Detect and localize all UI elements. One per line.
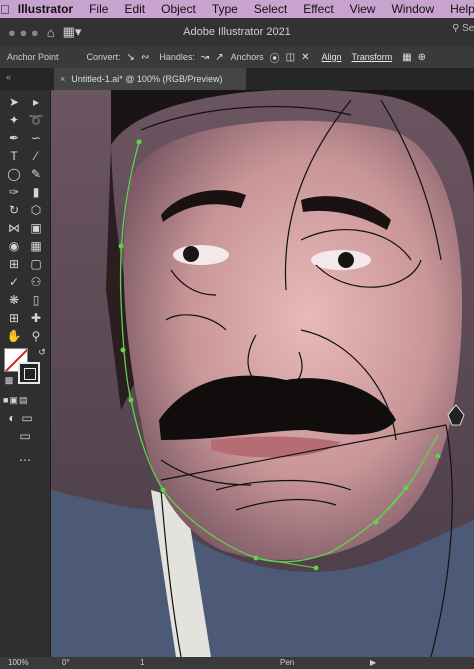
cut-path-icon[interactable]: ✕ bbox=[301, 52, 309, 63]
lasso-tool-icon[interactable]: ➰ bbox=[27, 112, 45, 128]
anchor-point[interactable] bbox=[435, 453, 441, 459]
close-tab-icon[interactable]: × bbox=[60, 74, 65, 84]
zoom-level[interactable]: 100% bbox=[8, 658, 28, 667]
swap-fill-stroke-icon[interactable]: ↺ bbox=[33, 344, 51, 360]
app-bar: Adobe Illustrator 2021 ● ● ● ⌂ ▦▾ ⚲ Sea bbox=[0, 18, 474, 47]
eyedropper-tool-icon[interactable]: ✓ bbox=[5, 274, 23, 290]
zoom-tool-icon[interactable]: ⚲ bbox=[27, 328, 45, 344]
connect-anchors-icon[interactable]: ◫ bbox=[286, 52, 295, 63]
menu-effect[interactable]: Effect bbox=[295, 2, 341, 16]
curvature-tool-icon[interactable]: ∽ bbox=[27, 130, 45, 146]
color-mode-icons[interactable]: ■▣▤ bbox=[3, 392, 27, 408]
apple-menu-icon[interactable]:  bbox=[0, 2, 10, 17]
current-tool-label: Anchor Point bbox=[7, 52, 59, 62]
search-field[interactable]: ⚲ Sea bbox=[452, 23, 474, 41]
rotation-value[interactable]: 0° bbox=[62, 658, 70, 667]
symbol-sprayer-tool-icon[interactable]: ❋ bbox=[5, 292, 23, 308]
anchor-point[interactable] bbox=[136, 139, 142, 145]
photo-right-pupil bbox=[338, 252, 354, 268]
blend-tool-icon[interactable]: ⚇ bbox=[27, 274, 45, 290]
default-fill-stroke-icon[interactable]: ▩ bbox=[0, 372, 18, 388]
photo-face bbox=[123, 120, 463, 561]
anchor-point[interactable] bbox=[128, 397, 134, 403]
shape-builder-tool-icon[interactable]: ◉ bbox=[5, 238, 23, 254]
anchor-point[interactable] bbox=[160, 487, 166, 493]
hide-handles-icon[interactable]: ↗ bbox=[215, 52, 223, 63]
ellipse-tool-icon[interactable]: ◯ bbox=[5, 166, 23, 182]
remove-anchor-icon[interactable]: ⦿ bbox=[270, 50, 280, 65]
gradient-tool-icon[interactable]: ▢ bbox=[27, 256, 45, 272]
menu-select[interactable]: Select bbox=[246, 2, 295, 16]
artboard-number[interactable]: 1 bbox=[140, 658, 144, 667]
free-transform-tool-icon[interactable]: ▣ bbox=[27, 220, 45, 236]
menu-illustrator[interactable]: Illustrator bbox=[10, 2, 81, 16]
anchors-label: Anchors bbox=[230, 52, 264, 62]
eraser-tool-icon[interactable]: ▮ bbox=[27, 184, 45, 200]
document-tab[interactable]: × Untitled-1.ai* @ 100% (RGB/Preview) bbox=[54, 68, 246, 90]
isolate-object-icon[interactable]: ▦ bbox=[402, 52, 411, 63]
puppet-warp-icon[interactable]: ⊕ bbox=[418, 52, 426, 63]
current-tool-status: Pen bbox=[280, 658, 295, 667]
home-icon[interactable]: ⌂ bbox=[47, 25, 55, 40]
menu-view[interactable]: View bbox=[342, 2, 384, 16]
stroke-swatch[interactable] bbox=[18, 362, 40, 384]
workspace-switcher-icon[interactable]: ▦▾ bbox=[63, 24, 82, 40]
mesh-tool-icon[interactable]: ⊞ bbox=[5, 256, 23, 272]
status-bar: 100% 0° 1 Pen ▶ bbox=[0, 657, 474, 669]
control-bar: Anchor Point Convert: ↘ ∾ Handles: ↝ ↗ A… bbox=[0, 46, 474, 68]
menu-window[interactable]: Window bbox=[383, 2, 442, 16]
window-controls-icon[interactable]: ● ● ● bbox=[8, 25, 39, 40]
anchor-point[interactable] bbox=[118, 243, 124, 249]
rotate-tool-icon[interactable]: ↻ bbox=[5, 202, 23, 218]
align-link[interactable]: Align bbox=[322, 52, 342, 62]
slice-tool-icon[interactable]: ✚ bbox=[27, 310, 45, 326]
anchor-point[interactable] bbox=[120, 347, 126, 353]
menu-edit[interactable]: Edit bbox=[116, 2, 153, 16]
artboard-tool-icon[interactable]: ⊞ bbox=[5, 310, 23, 326]
anchor-point[interactable] bbox=[403, 485, 409, 491]
menu-file[interactable]: File bbox=[81, 2, 116, 16]
pen-tool-icon[interactable]: ✒ bbox=[5, 130, 23, 146]
screen-mode-icon[interactable]: ▭ bbox=[18, 410, 36, 426]
mac-menubar:  Illustrator File Edit Object Type Sele… bbox=[0, 0, 474, 18]
handles-label: Handles: bbox=[159, 52, 195, 62]
tools-panel: ➤ ▸ ✦ ➰ ✒ ∽ T ⁄ ◯ ✎ ✑ ▮ ↻ ⬡ ⋈ ▣ ◉ ▦ ⊞ ▢ … bbox=[0, 90, 51, 657]
convert-corner-icon[interactable]: ↘ bbox=[127, 52, 135, 63]
menu-type[interactable]: Type bbox=[204, 2, 246, 16]
magic-wand-tool-icon[interactable]: ✦ bbox=[5, 112, 23, 128]
document-tab-strip: « × Untitled-1.ai* @ 100% (RGB/Preview) bbox=[0, 68, 474, 90]
transform-link[interactable]: Transform bbox=[352, 52, 393, 62]
change-screen-mode-icon[interactable]: ▭ bbox=[16, 428, 34, 444]
show-handles-icon[interactable]: ↝ bbox=[201, 52, 209, 63]
pencil-tool-icon[interactable]: ✎ bbox=[27, 166, 45, 182]
handle-point[interactable] bbox=[313, 565, 319, 571]
perspective-grid-tool-icon[interactable]: ▦ bbox=[27, 238, 45, 254]
scale-tool-icon[interactable]: ⬡ bbox=[27, 202, 45, 218]
search-placeholder: Sea bbox=[462, 23, 474, 34]
photo-left-pupil bbox=[183, 246, 199, 262]
direct-selection-tool-icon[interactable]: ▸ bbox=[27, 94, 45, 110]
edit-toolbar-icon[interactable]: ⋯ bbox=[16, 452, 34, 468]
hand-tool-icon[interactable]: ✋ bbox=[5, 328, 23, 344]
convert-smooth-icon[interactable]: ∾ bbox=[141, 52, 149, 63]
anchor-point[interactable] bbox=[373, 519, 379, 525]
paintbrush-tool-icon[interactable]: ✑ bbox=[5, 184, 23, 200]
column-graph-tool-icon[interactable]: ▯ bbox=[27, 292, 45, 308]
photo-left-eye bbox=[173, 245, 229, 265]
line-segment-tool-icon[interactable]: ⁄ bbox=[27, 148, 45, 164]
document-tab-title: Untitled-1.ai* @ 100% (RGB/Preview) bbox=[71, 74, 223, 84]
menu-help[interactable]: Help bbox=[442, 2, 474, 16]
selection-tool-icon[interactable]: ➤ bbox=[5, 94, 23, 110]
convert-label: Convert: bbox=[86, 52, 121, 62]
menu-object[interactable]: Object bbox=[153, 2, 204, 16]
artboard-canvas[interactable] bbox=[51, 90, 474, 657]
play-icon[interactable]: ▶ bbox=[370, 658, 376, 667]
width-tool-icon[interactable]: ⋈ bbox=[5, 220, 23, 236]
anchor-point[interactable] bbox=[253, 555, 259, 561]
artwork-svg bbox=[51, 90, 474, 657]
collapse-panels-icon[interactable]: « bbox=[6, 72, 11, 82]
type-tool-icon[interactable]: T bbox=[5, 148, 23, 164]
